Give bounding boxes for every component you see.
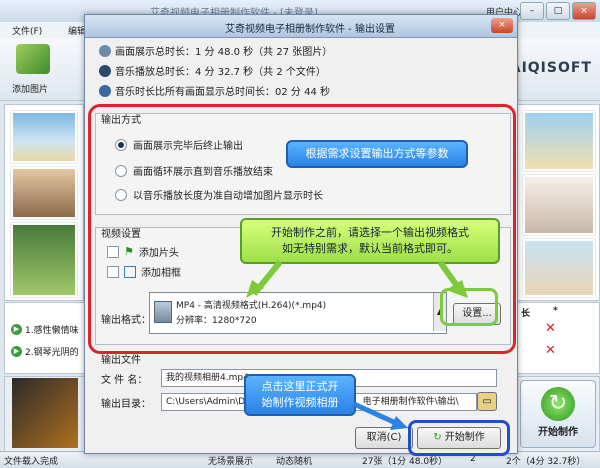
filename-label: 文 件 名： [101, 375, 148, 386]
status-animations: 动态随机 [276, 457, 313, 467]
annotation-line: 开始制作之前，请选择一个输出视频格式 [271, 226, 469, 239]
photo-thumbnail[interactable] [523, 239, 595, 297]
photo-thumbnail[interactable] [523, 175, 595, 235]
dialog-titlebar: 艾奇视频电子相册制作软件 - 输出设置 × [85, 15, 517, 38]
refresh-arrow-icon: ↻ [541, 387, 575, 421]
photo-thumbnail[interactable] [11, 111, 77, 163]
photo-thumbnail[interactable] [11, 223, 77, 297]
film-icon [99, 44, 111, 57]
info-photo-duration-text: 画面展示总时长：1 分 48.0 秒（共 27 张图片） [115, 47, 333, 58]
music-item-title: 2.钢琴光阴的 [25, 348, 79, 358]
product-box-image [12, 378, 78, 448]
main-start-label: 开始制作 [538, 427, 578, 438]
add-photo-icon[interactable] [16, 44, 50, 74]
status-music-count: 2个（4分 32.7秒） [506, 457, 586, 467]
dialog-close-button[interactable]: × [491, 18, 513, 33]
music-note-icon [99, 84, 111, 97]
maximize-button[interactable]: □ [546, 2, 570, 20]
photo-thumbnail[interactable] [11, 167, 77, 219]
column-header-length[interactable]: 长 [521, 306, 530, 319]
photo-strip-right [516, 104, 600, 301]
output-dir-value: C:\Users\Admin\Doc [166, 397, 256, 407]
delete-icon[interactable]: ✕ [545, 321, 556, 336]
music-item-title: 1.感性懒情味 [25, 326, 79, 336]
window-controls: – □ × [520, 2, 596, 20]
add-photo-label[interactable]: 添加图片 [12, 82, 48, 95]
info-ratio-text: 音乐时长比所有画面显示总时间长：02 分 44 秒 [115, 87, 330, 98]
folder-icon[interactable]: ▭ [477, 392, 497, 411]
info-ratio: 音乐时长比所有画面显示总时间长：02 分 44 秒 [99, 83, 330, 98]
play-icon[interactable]: ▶ [11, 346, 22, 357]
menu-file[interactable]: 文件(F) [12, 24, 42, 37]
info-photo-duration: 画面展示总时长：1 分 48.0 秒（共 27 张图片） [99, 43, 332, 58]
close-button[interactable]: × [572, 2, 596, 20]
output-dir-label: 输出目录： [101, 399, 151, 410]
annotation-green-frame [440, 288, 498, 326]
annotation-arrow-start [352, 401, 408, 430]
info-music-duration-text: 音乐播放总时长：4 分 32.7 秒（共 2 个文件） [115, 67, 326, 78]
annotation-bubble-output-mode: 根据需求设置输出方式等参数 [286, 140, 468, 168]
minimize-button[interactable]: – [520, 2, 544, 20]
info-music-duration: 音乐播放总时长：4 分 32.7 秒（共 2 个文件） [99, 63, 326, 78]
annotation-line: 如无特别需求，默认当前格式即可。 [282, 242, 458, 255]
annotation-blue-frame [408, 420, 510, 456]
annotation-line: 始制作视频相册 [261, 396, 339, 409]
list-item[interactable]: ▶ 1.感性懒情味 [11, 323, 79, 336]
list-item[interactable]: ▶ 2.钢琴光阴的 [11, 345, 79, 358]
dialog-title: 艾奇视频电子相册制作软件 - 输出设置 [225, 24, 395, 35]
play-icon[interactable]: ▶ [11, 324, 22, 335]
column-header-star[interactable]: * [553, 306, 558, 316]
status-loaded: 文件载入完成 [4, 457, 59, 467]
photo-strip-left [4, 104, 84, 301]
arrow-to-start [352, 401, 400, 427]
music-disc-icon [99, 64, 111, 77]
annotation-line: 点击这里正式开 [261, 380, 339, 393]
status-transitions: 无场景展示 [208, 457, 254, 467]
photo-thumbnail[interactable] [523, 111, 595, 171]
delete-icon[interactable]: ✕ [545, 343, 556, 358]
main-start-button[interactable]: ↻ 开始制作 [520, 380, 596, 448]
annotation-bubble-start: 点击这里正式开 始制作视频相册 [244, 374, 356, 416]
brand-logo: AIQISOFT [509, 60, 592, 76]
